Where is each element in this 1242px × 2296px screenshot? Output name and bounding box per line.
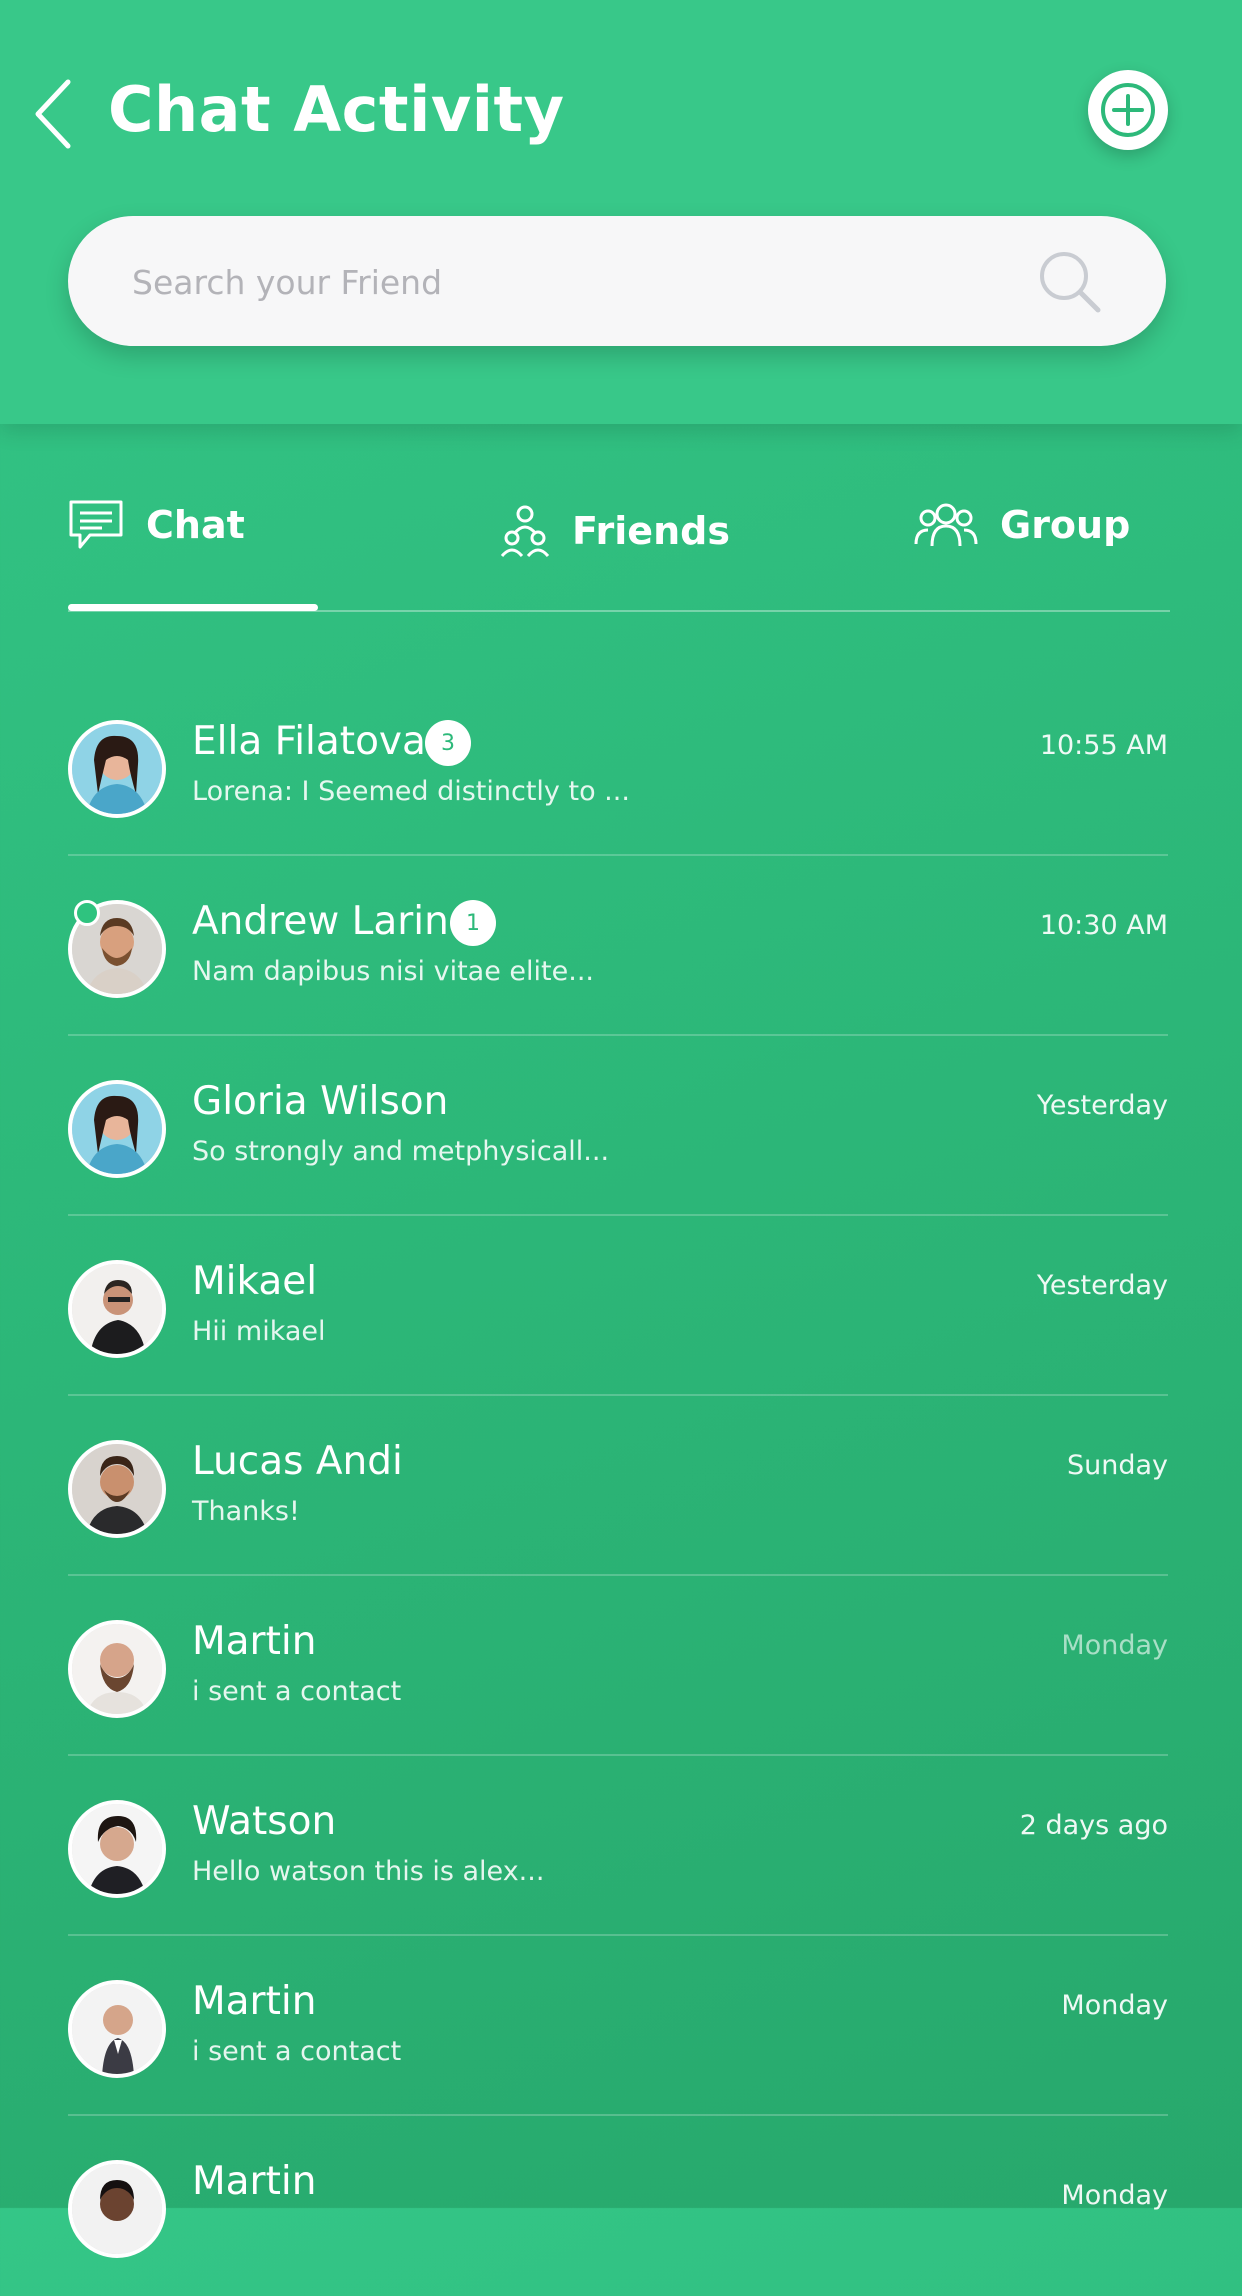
chat-row[interactable]: Ella Filatova 3 Lorena: I Seemed distinc… [68,676,1168,856]
friends-icon [500,505,550,558]
unread-badge: 1 [450,900,496,946]
contact-name: Gloria Wilson [192,1079,449,1124]
tab-group-label: Group [1000,503,1131,547]
contact-name: Martin [192,1619,317,1664]
avatar [68,1980,166,2078]
last-message: i sent a contact [192,1676,402,1707]
contact-name: Martin [192,1979,317,2024]
message-time: Sunday [1066,1450,1168,1481]
chat-row[interactable]: Watson Hello watson this is alex... 2 da… [68,1756,1168,1936]
search-input[interactable] [130,216,1034,348]
chat-row[interactable]: Martin i sent a contact Monday [68,1576,1168,1756]
plus-icon [1101,83,1155,137]
tab-chat[interactable]: Chat [68,480,245,570]
last-message: So strongly and metphysicall... [192,1136,610,1167]
contact-name: Lucas Andi [192,1439,403,1484]
tab-group[interactable]: Group [914,480,1130,570]
search-icon[interactable] [1036,248,1104,316]
active-tab-indicator [68,604,318,611]
avatar [68,1800,166,1898]
tab-bar: Chat Friends Group [68,480,1170,612]
message-time: Monday [1061,2180,1168,2211]
back-arrow-icon [35,79,71,149]
chat-row[interactable]: Gloria Wilson So strongly and metphysica… [68,1036,1168,1216]
avatar [68,2160,166,2258]
last-message: Nam dapibus nisi vitae elite... [192,956,594,987]
avatar [68,1620,166,1718]
contact-name: Andrew Larin [192,899,449,944]
avatar [68,1080,166,1178]
last-message: Thanks! [192,1496,300,1527]
back-button[interactable] [28,76,84,152]
app-header: Chat Activity [0,0,1242,424]
contact-name: Mikael [192,1259,318,1304]
chat-row[interactable]: Martin Monday [68,2116,1168,2296]
tab-friends[interactable]: Friends [500,486,730,576]
group-icon [914,503,978,547]
chat-row[interactable]: Martin i sent a contact Monday [68,1936,1168,2116]
avatar [68,1260,166,1358]
message-time: Monday [1061,1990,1168,2021]
message-time: Yesterday [1036,1090,1168,1121]
last-message: Hii mikael [192,1316,326,1347]
avatar [68,720,166,818]
chat-row[interactable]: Lucas Andi Thanks! Sunday [68,1396,1168,1576]
contact-name: Martin [192,2159,317,2204]
contact-name: Ella Filatova [192,719,426,764]
avatar [68,1440,166,1538]
message-time: 10:55 AM [1039,730,1168,761]
last-message: Lorena: I Seemed distinctly to ... [192,776,630,807]
last-message: i sent a contact [192,2036,402,2067]
message-time: 2 days ago [1019,1810,1168,1841]
message-time: Yesterday [1036,1270,1168,1301]
online-status-indicator [74,900,100,926]
contact-name: Watson [192,1799,337,1844]
add-chat-button[interactable] [1088,70,1168,150]
chat-bubble-icon [69,500,123,549]
tab-chat-label: Chat [146,503,245,547]
search-bar [68,216,1166,348]
chat-row[interactable]: Mikael Hii mikael Yesterday [68,1216,1168,1396]
tab-friends-label: Friends [572,509,730,553]
last-message: Hello watson this is alex... [192,1856,545,1887]
message-time: Monday [1061,1630,1168,1661]
unread-badge: 3 [425,720,471,766]
chat-row[interactable]: Andrew Larin 1 Nam dapibus nisi vitae el… [68,856,1168,1036]
message-time: 10:30 AM [1039,910,1168,941]
page-title: Chat Activity [108,73,565,146]
